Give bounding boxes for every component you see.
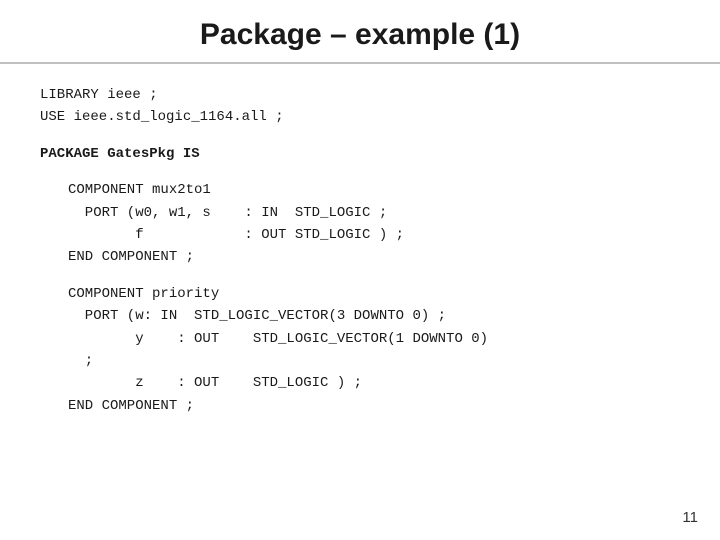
component2-line2: PORT (w: IN STD_LOGIC_VECTOR(3 DOWNTO 0)… (68, 305, 680, 327)
component2-line6: END COMPONENT ; (68, 395, 680, 417)
library-line2: USE ieee.std_logic_1164.all ; (40, 106, 680, 128)
slide: Package – example (1) LIBRARY ieee ; USE… (0, 0, 720, 540)
component1-line3: f : OUT STD_LOGIC ) ; (68, 224, 680, 246)
component1-line2: PORT (w0, w1, s : IN STD_LOGIC ; (68, 202, 680, 224)
package-header: PACKAGE GatesPkg IS (40, 143, 680, 165)
component2-line3: y : OUT STD_LOGIC_VECTOR(1 DOWNTO 0) (68, 328, 680, 350)
title-area: Package – example (1) (0, 0, 720, 64)
library-section: LIBRARY ieee ; USE ieee.std_logic_1164.a… (40, 84, 680, 129)
package-header-section: PACKAGE GatesPkg IS (40, 143, 680, 165)
component2-section: COMPONENT priority PORT (w: IN STD_LOGIC… (68, 283, 680, 417)
code-block: LIBRARY ieee ; USE ieee.std_logic_1164.a… (40, 84, 680, 417)
component1-section: COMPONENT mux2to1 PORT (w0, w1, s : IN S… (68, 179, 680, 269)
content-area: LIBRARY ieee ; USE ieee.std_logic_1164.a… (0, 64, 720, 441)
component1-line1: COMPONENT mux2to1 (68, 179, 680, 201)
component1-line4: END COMPONENT ; (68, 246, 680, 268)
slide-title: Package – example (1) (200, 18, 520, 51)
component2-line4: ; (68, 350, 680, 372)
library-line1: LIBRARY ieee ; (40, 84, 680, 106)
component2-line5: z : OUT STD_LOGIC ) ; (68, 372, 680, 394)
component2-line1: COMPONENT priority (68, 283, 680, 305)
page-number: 11 (682, 509, 698, 526)
